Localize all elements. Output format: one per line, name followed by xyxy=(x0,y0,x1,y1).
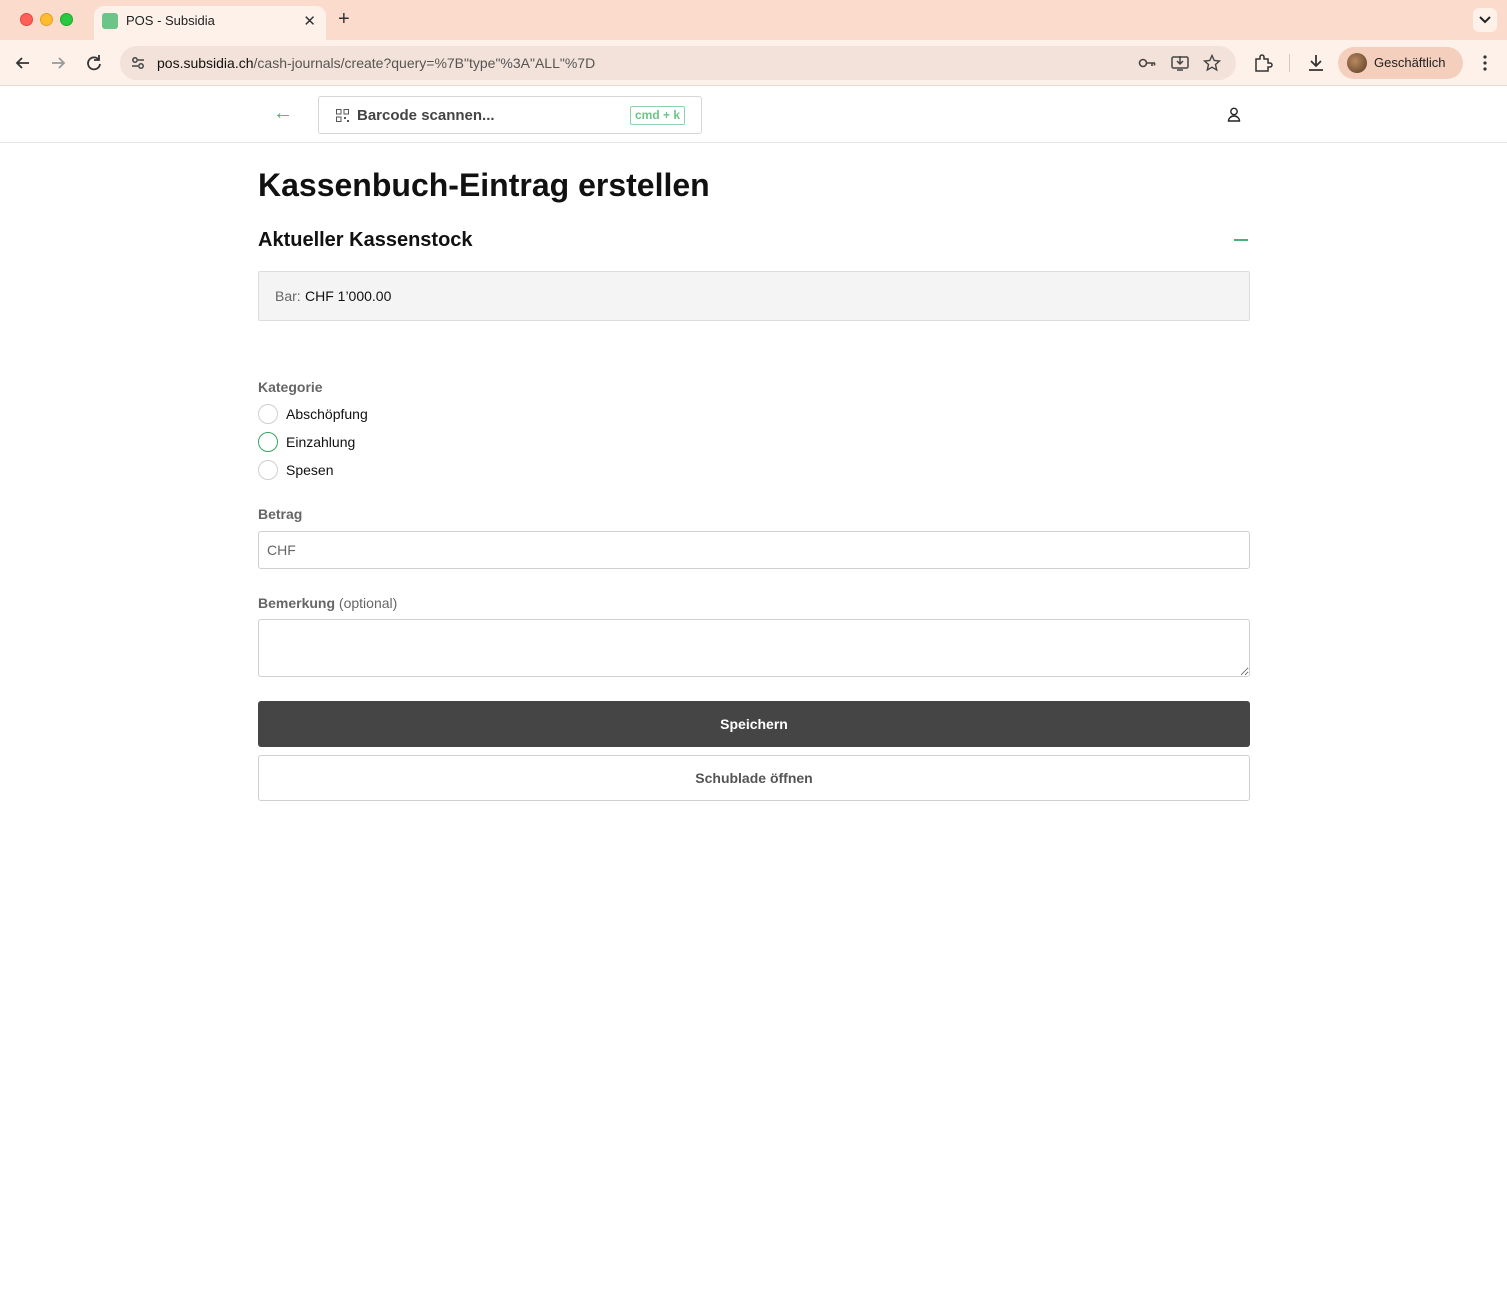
reload-icon[interactable] xyxy=(83,52,105,74)
tab-close-icon[interactable]: ✕ xyxy=(303,12,316,30)
remark-optional-hint: (optional) xyxy=(338,595,398,611)
install-app-icon[interactable] xyxy=(1171,54,1189,72)
tab-search-button[interactable] xyxy=(1473,8,1497,32)
tab-title: POS - Subsidia xyxy=(126,13,215,28)
url-host: pos.subsidia.ch xyxy=(157,55,254,71)
category-label: Kategorie xyxy=(258,379,323,395)
downloads-icon[interactable] xyxy=(1306,53,1326,73)
keyboard-shortcut-badge: cmd + k xyxy=(629,106,685,125)
barcode-search-placeholder: Barcode scannen... xyxy=(357,107,495,124)
remark-textarea[interactable] xyxy=(258,619,1250,677)
radio-label: Einzahlung xyxy=(286,434,356,450)
radio-label: Spesen xyxy=(286,462,334,478)
forward-icon[interactable] xyxy=(47,52,69,74)
radio-button[interactable] xyxy=(258,432,278,452)
avatar xyxy=(1347,53,1367,73)
cash-stock-label: Bar: xyxy=(275,288,301,304)
profile-button[interactable]: Geschäftlich xyxy=(1338,47,1463,79)
subsidia-favicon-icon xyxy=(102,13,118,29)
chevron-down-icon xyxy=(1479,16,1491,24)
cash-stock-box: Bar: CHF 1’000.00 xyxy=(258,271,1250,321)
amount-label: Betrag xyxy=(258,506,303,522)
page-title-rest: erstellen xyxy=(569,167,710,203)
radio-button[interactable] xyxy=(258,404,278,424)
window-minimize-button[interactable] xyxy=(40,13,53,26)
barcode-search-box[interactable]: Barcode scannen... cmd + k xyxy=(318,96,702,134)
page-title: Kassenbuch-Eintrag erstellen xyxy=(258,167,710,204)
user-icon[interactable] xyxy=(1222,103,1246,127)
app-header: ← Barcode scannen... cmd + k xyxy=(0,87,1507,143)
back-arrow-icon[interactable]: ← xyxy=(273,102,293,125)
site-settings-icon[interactable] xyxy=(130,55,146,71)
cash-stock-value: CHF 1’000.00 xyxy=(305,288,392,304)
new-tab-button[interactable]: + xyxy=(338,8,350,31)
extensions-icon[interactable] xyxy=(1253,53,1273,73)
profile-label: Geschäftlich xyxy=(1374,55,1446,70)
radio-label: Abschöpfung xyxy=(286,406,368,422)
remark-label-text: Bemerkung xyxy=(258,595,336,611)
collapse-minus-icon[interactable] xyxy=(1234,239,1248,241)
window-close-button[interactable] xyxy=(20,13,33,26)
bookmark-star-icon[interactable] xyxy=(1203,54,1221,72)
remark-label: Bemerkung (optional) xyxy=(258,595,397,611)
radio-button[interactable] xyxy=(258,460,278,480)
qr-code-icon xyxy=(336,109,349,122)
toolbar-separator xyxy=(1289,54,1290,72)
password-key-icon[interactable] xyxy=(1138,54,1156,72)
open-drawer-button[interactable]: Schublade öffnen xyxy=(258,755,1250,801)
menu-icon[interactable] xyxy=(1476,53,1494,73)
url-text: pos.subsidia.ch/cash-journals/create?que… xyxy=(157,55,595,71)
amount-input[interactable] xyxy=(258,531,1250,569)
back-icon[interactable] xyxy=(12,52,34,74)
address-bar[interactable]: pos.subsidia.ch/cash-journals/create?que… xyxy=(120,46,1236,80)
url-path: /cash-journals/create?query=%7B"type"%3A… xyxy=(253,55,596,71)
save-button[interactable]: Speichern xyxy=(258,701,1250,747)
browser-tab-bar: POS - Subsidia ✕ + xyxy=(0,0,1507,40)
cash-stock-section-title: Aktueller Kassenstock xyxy=(258,229,473,251)
browser-tab[interactable]: POS - Subsidia ✕ xyxy=(94,6,326,40)
window-zoom-button[interactable] xyxy=(60,13,73,26)
page-title-bold: Kassenbuch-Eintrag xyxy=(258,167,570,203)
browser-toolbar: pos.subsidia.ch/cash-journals/create?que… xyxy=(0,40,1507,86)
